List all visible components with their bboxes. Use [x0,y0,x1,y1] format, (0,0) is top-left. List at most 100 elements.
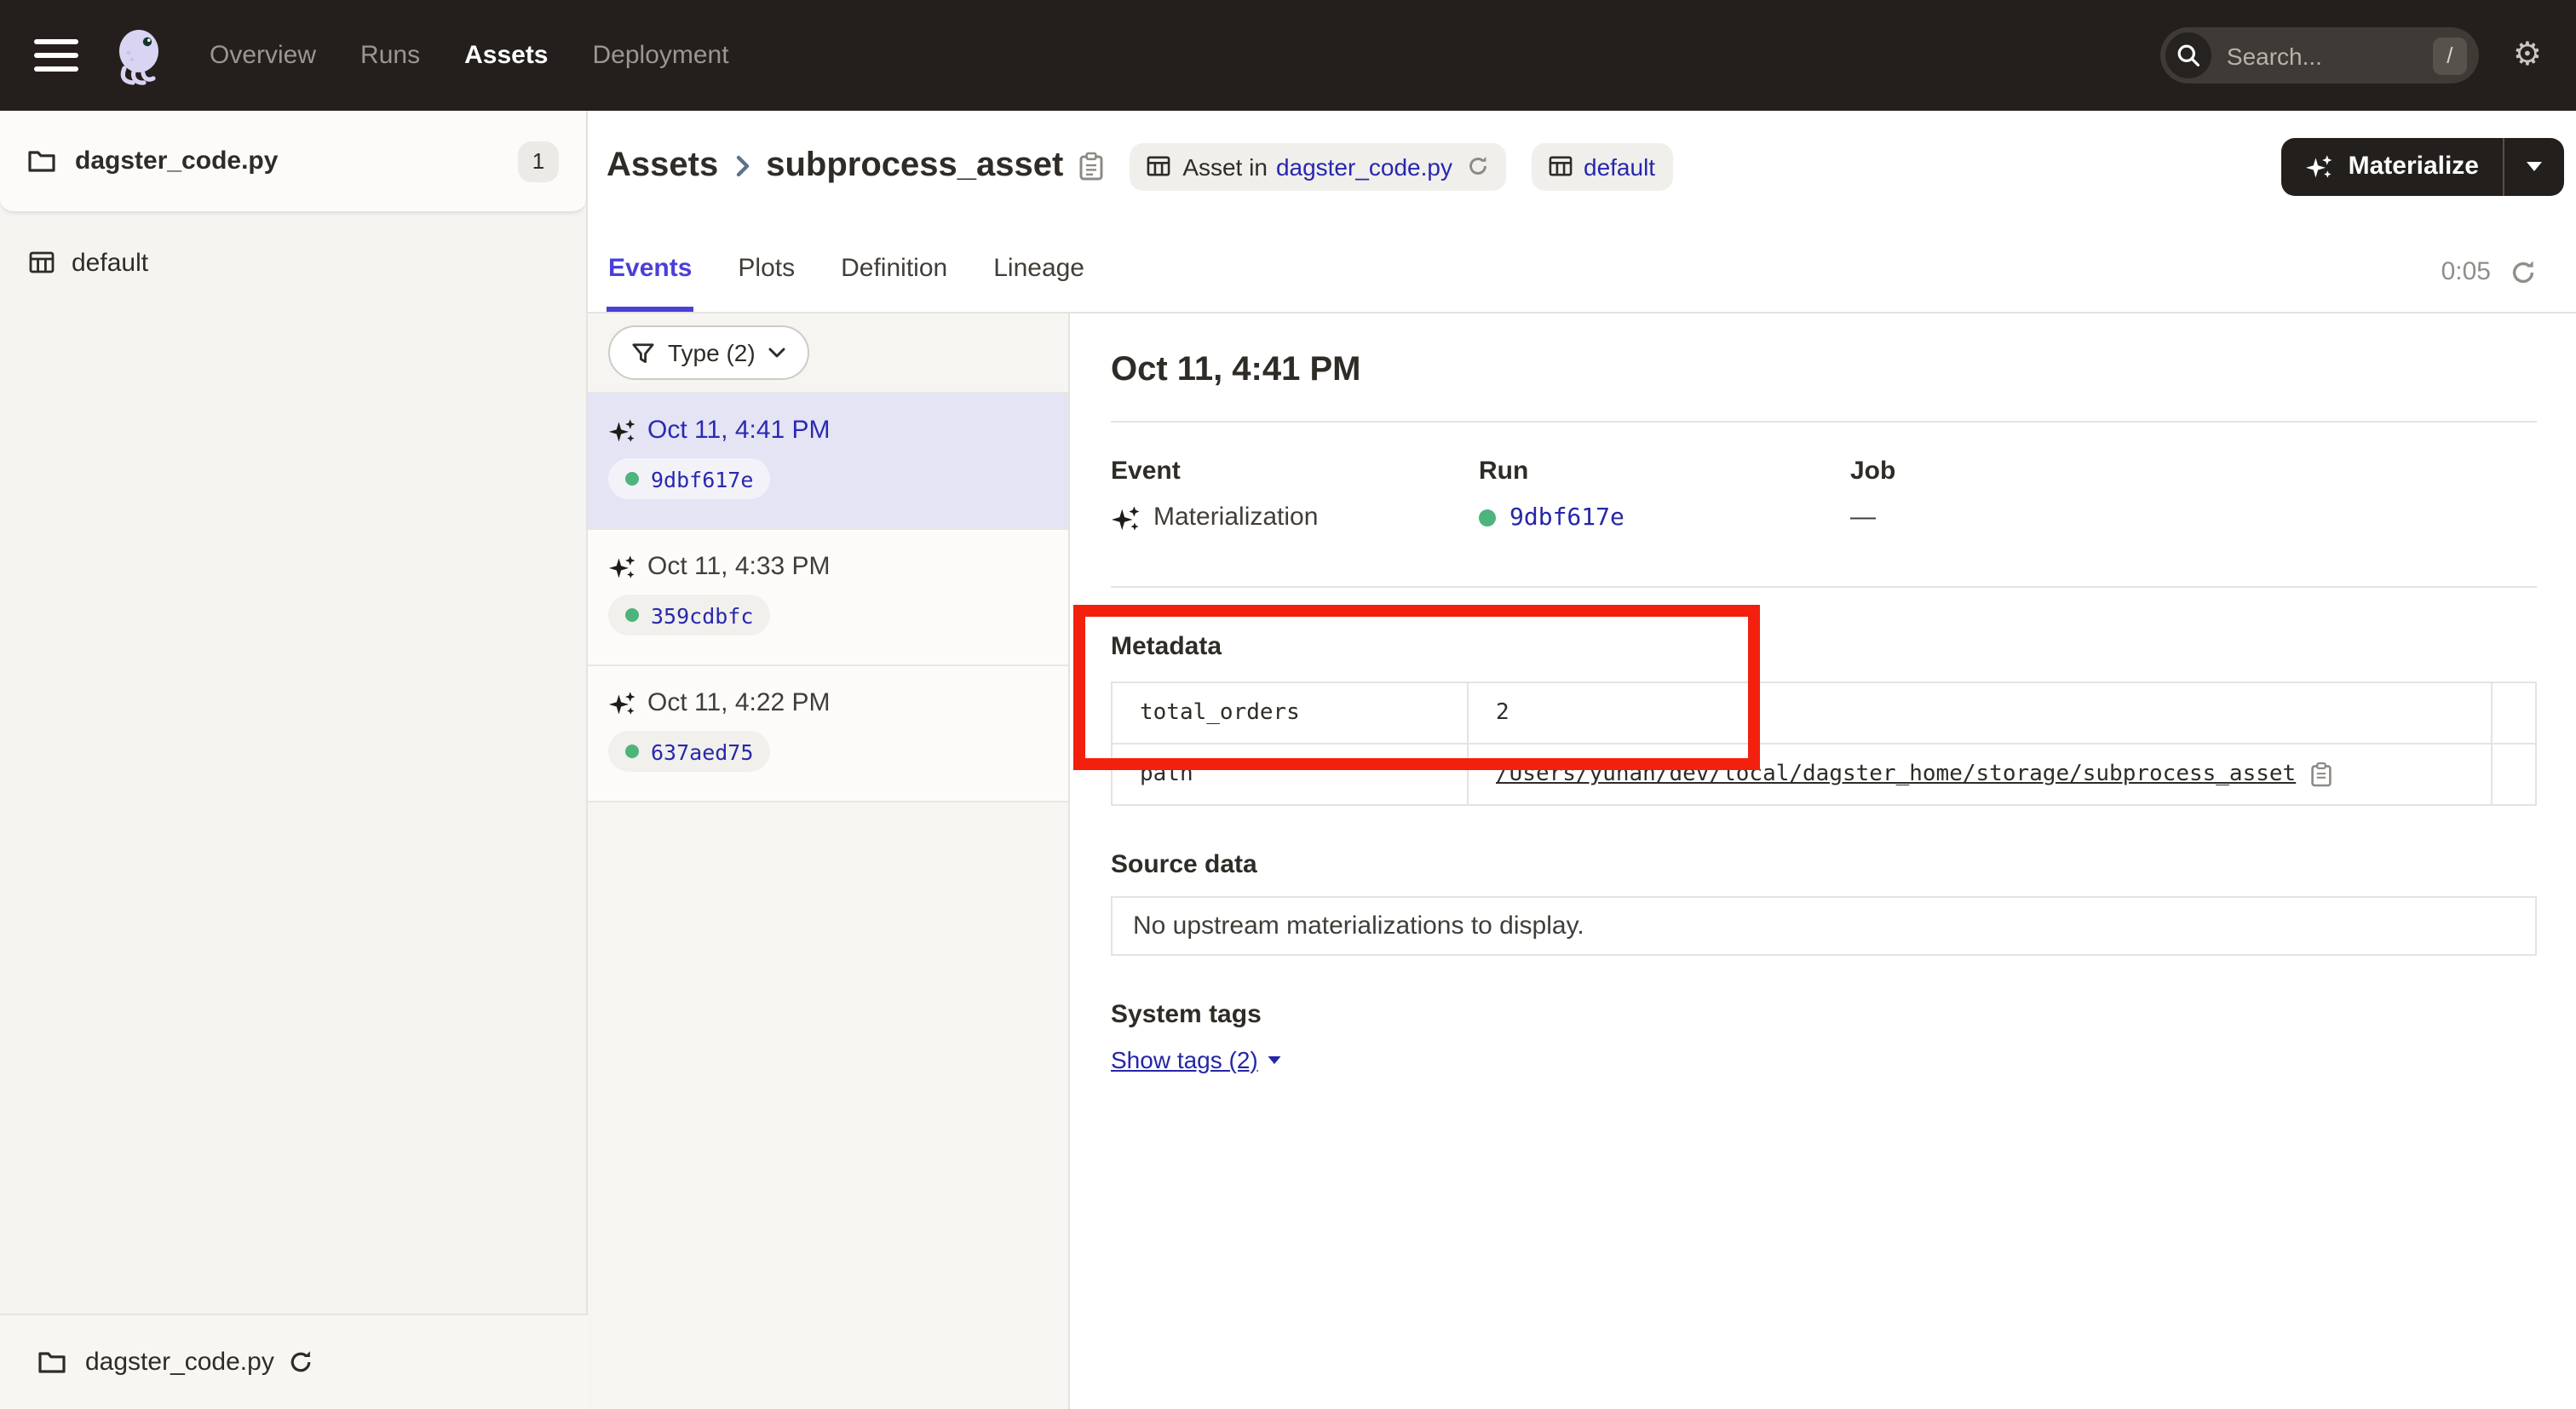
sidebar-item-group-default[interactable]: default [0,235,586,290]
code-location-link[interactable]: dagster_code.py [1276,152,1452,180]
primary-nav: Overview Runs Assets Deployment [210,41,729,70]
tab-definition[interactable]: Definition [839,254,949,312]
chevron-right-icon [735,155,749,177]
event-summary-columns: Event Materialization Run 9dbf617e [1111,457,2537,535]
run-success-dot [625,608,639,622]
folder-icon [37,1349,66,1375]
asset-group-icon [29,250,55,274]
event-detail-title: Oct 11, 4:41 PM [1111,349,2537,390]
top-nav: Overview Runs Assets Deployment Search..… [0,0,2576,111]
source-data-empty-text: No upstream materializations to display. [1133,912,1584,940]
materialization-sparkle-icon [608,553,635,580]
sparkle-icon [2306,152,2333,180]
dagster-asset-page: Overview Runs Assets Deployment Search..… [0,0,2576,1409]
event-timestamp: Oct 11, 4:33 PM [647,552,831,581]
table-row: total_orders 2 [1112,682,2536,744]
run-success-dot [625,472,639,486]
footer-code-location-label: dagster_code.py [85,1348,274,1377]
chevron-down-icon [769,348,786,358]
metadata-empty-cell [2492,682,2536,744]
refresh-countdown: 0:05 [2441,257,2491,286]
caret-down-icon [1268,1055,1282,1064]
run-success-dot [1479,509,1496,526]
copy-asset-name-icon[interactable] [1078,152,1104,181]
job-value: — [1850,501,1876,535]
gear-icon[interactable]: ⚙ [2513,39,2542,72]
search-shortcut-key: / [2433,37,2467,74]
tab-plots[interactable]: Plots [736,254,796,312]
materialization-sparkle-icon [1111,503,1140,532]
materialize-dropdown-button[interactable] [2504,161,2564,171]
run-tag[interactable]: 359cdbfc [608,595,770,635]
nav-overview[interactable]: Overview [210,41,316,70]
run-id-link: 359cdbfc [651,602,753,628]
search-icon [2165,32,2211,78]
reload-location-icon[interactable] [1466,155,1488,177]
materialization-sparkle-icon [608,417,635,444]
metadata-empty-cell [2492,744,2536,805]
metadata-key: total_orders [1112,682,1468,744]
asset-group-icon [1548,155,1572,177]
divider [1111,586,2537,588]
metadata-key: path [1112,744,1468,805]
nav-assets[interactable]: Assets [464,41,548,70]
page-title: subprocess_asset [766,147,1063,186]
metadata-path-link[interactable]: /Users/yuhan/dev/local/dagster_home/stor… [1496,762,2296,787]
metadata-table: total_orders 2 path /Users/yuhan/dev/loc… [1111,681,2537,806]
materialize-split-button: Materialize [2282,137,2564,195]
asset-tabs: Events Plots Definition Lineage 0:05 [588,221,2576,313]
show-tags-toggle[interactable]: Show tags (2) [1111,1046,1282,1073]
table-row: path /Users/yuhan/dev/local/dagster_home… [1112,744,2536,805]
event-detail-panel: Oct 11, 4:41 PM Event Materialization [1070,313,2576,1409]
folder-icon [27,148,56,174]
search-placeholder: Search... [2227,42,2433,69]
materialization-sparkle-icon [608,689,635,716]
tab-lineage[interactable]: Lineage [992,254,1086,312]
events-content: Type (2) Oct 11, 4:41 PM [588,313,2576,1409]
metadata-value: 2 [1468,682,2492,744]
job-column-label: Job [1850,457,2537,487]
run-tag[interactable]: 9dbf617e [608,458,770,499]
group-link[interactable]: default [1584,152,1655,180]
run-tag[interactable]: 637aed75 [608,731,770,772]
dagster-logo-icon[interactable] [107,25,169,86]
reload-icon[interactable] [288,1349,313,1375]
event-type-value: Materialization [1153,501,1318,535]
run-success-dot [625,745,639,758]
run-id-link: 637aed75 [651,739,753,764]
nav-deployment[interactable]: Deployment [593,41,729,70]
nav-runs[interactable]: Runs [360,41,420,70]
refresh-icon[interactable] [2510,258,2537,285]
page-header: Assets subprocess_asset Asset in dagster… [588,111,2576,221]
event-list-item[interactable]: Oct 11, 4:41 PM 9dbf617e [588,394,1068,530]
event-filter-bar: Type (2) [588,313,1068,394]
event-timestamp: Oct 11, 4:22 PM [647,688,831,717]
copy-path-icon[interactable] [2309,762,2332,787]
filter-funnel-icon [632,342,654,364]
divider [1111,421,2537,423]
run-id-link[interactable]: 9dbf617e [1509,501,1624,535]
source-data-empty-state: No upstream materializations to display. [1111,896,2537,956]
materialize-button[interactable]: Materialize [2282,152,2503,181]
breadcrumb: Assets subprocess_asset [607,147,1104,186]
tab-events[interactable]: Events [607,254,693,312]
source-data-section-title: Source data [1111,852,2537,879]
run-column-label: Run [1479,457,1850,487]
group-label: default [72,248,148,277]
event-list-item[interactable]: Oct 11, 4:33 PM 359cdbfc [588,530,1068,666]
event-column-label: Event [1111,457,1479,487]
group-badge: default [1531,142,1672,190]
hamburger-menu-icon[interactable] [34,39,78,72]
type-filter-button[interactable]: Type (2) [608,325,810,380]
show-tags-label: Show tags (2) [1111,1046,1258,1073]
breadcrumb-assets-link[interactable]: Assets [607,147,718,186]
sidebar-footer: dagster_code.py [0,1314,588,1409]
event-list-panel: Type (2) Oct 11, 4:41 PM [588,313,1070,1409]
type-filter-label: Type (2) [668,339,756,366]
sidebar-item-code-location[interactable]: dagster_code.py 1 [0,111,586,213]
run-id-link: 9dbf617e [651,466,753,492]
system-tags-section-title: System tags [1111,1002,2537,1029]
event-list-item[interactable]: Oct 11, 4:22 PM 637aed75 [588,666,1068,802]
search-input[interactable]: Search... / [2160,27,2479,83]
code-location-icon [1147,155,1170,177]
